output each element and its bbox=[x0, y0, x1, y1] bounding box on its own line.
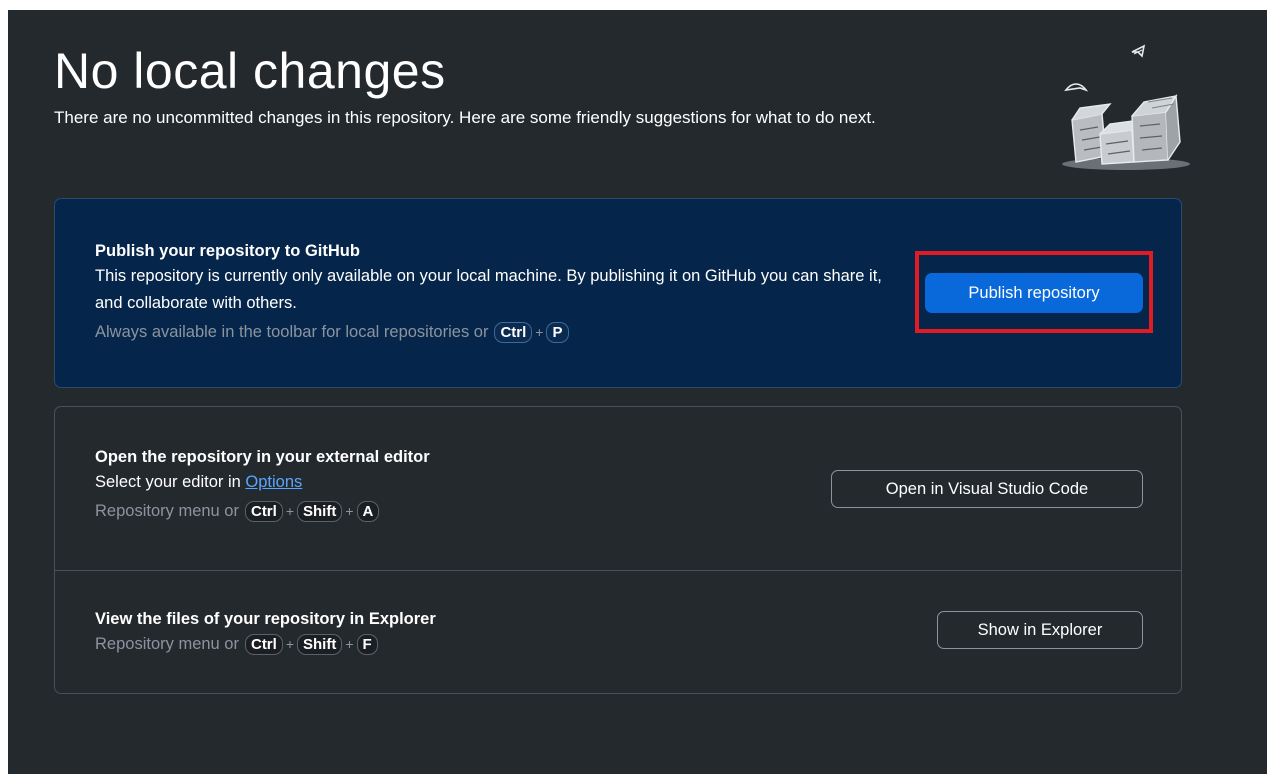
kbd-f: F bbox=[356, 633, 378, 655]
publish-heading: Publish your repository to GitHub bbox=[95, 242, 360, 260]
open-in-vscode-button[interactable]: Open in Visual Studio Code bbox=[831, 470, 1143, 508]
shortcut-plus: + bbox=[535, 324, 544, 340]
editor-heading: Open the repository in your external edi… bbox=[95, 448, 430, 466]
explorer-text: View the files of your repository in Exp… bbox=[95, 607, 436, 657]
publish-repository-button[interactable]: Publish repository bbox=[925, 273, 1143, 313]
explorer-hint-text: Repository menu or bbox=[95, 635, 239, 653]
explorer-hint: Repository menu or Ctrl + Shift + F bbox=[95, 631, 436, 657]
page-title: No local changes bbox=[54, 43, 446, 99]
open-editor-row: Open the repository in your external edi… bbox=[55, 407, 1181, 571]
shortcut-plus: + bbox=[345, 503, 354, 519]
publish-hint: Always available in the toolbar for loca… bbox=[95, 319, 885, 345]
kbd-ctrl: Ctrl bbox=[244, 500, 283, 522]
editor-hint: Repository menu or Ctrl + Shift + A bbox=[95, 498, 430, 524]
show-in-explorer-button[interactable]: Show in Explorer bbox=[937, 611, 1143, 649]
options-link[interactable]: Options bbox=[245, 473, 302, 491]
shortcut-plus: + bbox=[345, 636, 354, 652]
actions-card: Open the repository in your external edi… bbox=[54, 406, 1182, 694]
editor-description-text: Select your editor in bbox=[95, 473, 241, 491]
editor-text: Open the repository in your external edi… bbox=[95, 445, 430, 524]
kbd-a: A bbox=[356, 500, 380, 522]
app-window: No local changes There are no uncommitte… bbox=[8, 10, 1267, 774]
explorer-heading: View the files of your repository in Exp… bbox=[95, 610, 436, 628]
kbd-ctrl: Ctrl bbox=[494, 321, 533, 343]
publish-text: Publish your repository to GitHub This r… bbox=[95, 239, 885, 345]
editor-hint-text: Repository menu or bbox=[95, 502, 239, 520]
shortcut-plus: + bbox=[285, 503, 295, 519]
header: No local changes There are no uncommitte… bbox=[54, 40, 1014, 131]
shortcut-plus: + bbox=[285, 636, 295, 652]
kbd-p: P bbox=[546, 321, 569, 343]
publish-card: Publish your repository to GitHub This r… bbox=[54, 198, 1182, 388]
kbd-shift: Shift bbox=[297, 633, 343, 655]
publish-description: This repository is currently only availa… bbox=[95, 267, 882, 312]
publish-hint-text: Always available in the toolbar for loca… bbox=[95, 323, 489, 341]
kbd-ctrl: Ctrl bbox=[244, 633, 283, 655]
empty-boxes-illustration-icon bbox=[1062, 44, 1190, 170]
page-subtitle: There are no uncommitted changes in this… bbox=[54, 108, 876, 127]
kbd-shift: Shift bbox=[297, 500, 343, 522]
editor-description: Select your editor in Options bbox=[95, 469, 430, 496]
show-explorer-row: View the files of your repository in Exp… bbox=[55, 571, 1181, 695]
